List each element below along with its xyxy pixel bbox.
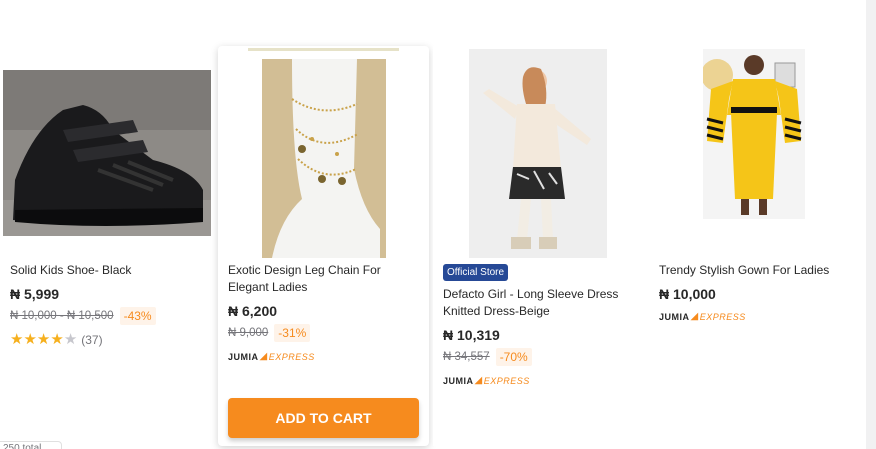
product-price: ₦ 6,200 xyxy=(228,303,278,319)
product-price: ₦ 10,000 xyxy=(659,286,716,302)
shoe-image xyxy=(3,70,211,236)
star-filled-icon: ★ xyxy=(50,331,64,348)
product-price: ₦ 10,319 xyxy=(443,327,500,343)
product-old-price: ₦ 9,000 xyxy=(228,327,269,339)
vertical-scrollbar[interactable] xyxy=(866,0,876,449)
product-image-kids-shoe[interactable] xyxy=(0,70,214,236)
product-old-price: ₦ 10,000 - ₦ 10,500 xyxy=(10,310,114,322)
product-card-kids-shoe[interactable]: Solid Kids Shoe- Black ₦ 5,999 ₦ 10,000 … xyxy=(0,46,214,446)
product-image-leg-chain[interactable] xyxy=(218,59,429,258)
express-bolt-icon: ◢ xyxy=(474,375,483,386)
discount-badge: -31% xyxy=(274,324,311,342)
image-top-strip xyxy=(248,48,399,51)
girl-dress-image xyxy=(469,49,607,258)
star-filled-icon: ★ xyxy=(10,331,24,348)
star-filled-icon: ★ xyxy=(23,331,37,348)
rating-stars: ★ ★ ★ ★ ★ (37) xyxy=(10,332,206,347)
product-card-leg-chain[interactable]: Exotic Design Leg Chain For Elegant Ladi… xyxy=(218,46,429,446)
product-name[interactable]: Defacto Girl - Long Sleeve Dress Knitted… xyxy=(443,286,635,320)
gown-image xyxy=(703,49,805,219)
product-price: ₦ 5,999 xyxy=(10,286,60,302)
leg-chain-image xyxy=(261,59,386,258)
product-name[interactable]: Solid Kids Shoe- Black xyxy=(10,262,206,279)
product-image-trendy-gown[interactable] xyxy=(649,49,859,219)
product-image-girl-dress[interactable] xyxy=(433,49,643,258)
star-filled-icon: ★ xyxy=(36,331,51,348)
review-count: (37) xyxy=(81,332,103,347)
express-bolt-icon: ◢ xyxy=(259,351,268,362)
product-card-trendy-gown[interactable]: Trendy Stylish Gown For Ladies ₦ 10,000 … xyxy=(649,46,859,446)
jumia-express-badge: JUMIA ◢ EXPRESS xyxy=(228,351,315,362)
product-old-price: ₦ 34,557 xyxy=(443,351,490,363)
discount-badge: -43% xyxy=(119,307,156,325)
official-store-badge: Official Store xyxy=(443,264,509,281)
jumia-express-badge: JUMIA ◢ EXPRESS xyxy=(659,311,746,322)
express-bolt-icon: ◢ xyxy=(690,311,699,322)
star-empty-icon: ★ xyxy=(63,331,78,348)
product-card-girl-dress[interactable]: Official Store Defacto Girl - Long Sleev… xyxy=(433,46,643,446)
product-name[interactable]: Trendy Stylish Gown For Ladies xyxy=(659,262,851,279)
discount-badge: -70% xyxy=(495,348,532,366)
add-to-cart-button[interactable]: ADD TO CART xyxy=(228,398,419,438)
product-name[interactable]: Exotic Design Leg Chain For Elegant Ladi… xyxy=(228,262,421,296)
bottom-chip[interactable]: 250 total xyxy=(0,441,62,449)
jumia-express-badge: JUMIA ◢ EXPRESS xyxy=(443,375,530,386)
